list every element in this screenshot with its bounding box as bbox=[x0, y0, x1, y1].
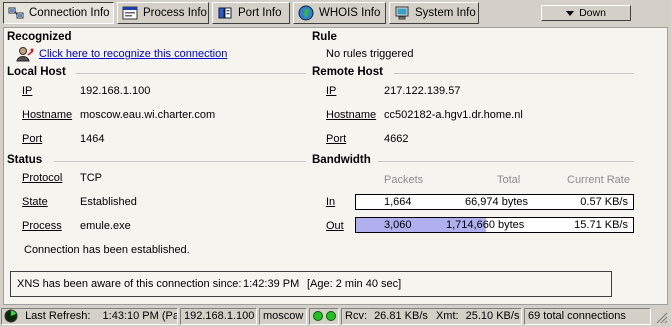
recognized-title: Recognized bbox=[7, 31, 72, 43]
divider bbox=[54, 161, 306, 162]
tab-process-info[interactable]: Process Info bbox=[117, 2, 209, 24]
radar-icon bbox=[4, 309, 18, 323]
rcv-value: 26.81 KB/s bbox=[374, 310, 428, 322]
throughput-pane: Rcv: 26.81 KB/s Xmt: 25.10 KB/s bbox=[341, 308, 522, 325]
host-pane: moscow bbox=[259, 308, 307, 325]
local-ip-value: 192.168.1.100 bbox=[80, 85, 151, 97]
rate-column-header: Current Rate bbox=[567, 174, 630, 186]
computer-icon bbox=[394, 5, 410, 21]
local-ip-label: IP bbox=[22, 85, 33, 97]
remote-hostname-label: Hostname bbox=[326, 109, 377, 121]
connection-icon bbox=[8, 5, 24, 21]
in-total: 66,974 bytes bbox=[465, 196, 528, 208]
bandwidth-title: Bandwidth bbox=[312, 154, 371, 166]
bandwidth-in-label: In bbox=[326, 196, 336, 208]
process-value: emule.exe bbox=[80, 220, 131, 232]
divider bbox=[378, 161, 634, 162]
tab-whois-info[interactable]: WHOIS Info bbox=[293, 2, 386, 24]
tab-label: Port Info bbox=[238, 7, 282, 19]
out-packets: 3,060 bbox=[384, 219, 412, 231]
remote-ip-value[interactable]: 217.122.139.57 bbox=[384, 85, 460, 97]
protocol-label: Protocol bbox=[22, 172, 63, 184]
triangle-down-icon bbox=[566, 10, 575, 16]
tab-label: Process Info bbox=[143, 7, 207, 19]
remote-host-title: Remote Host bbox=[312, 66, 383, 78]
out-rate: 15.71 KB/s bbox=[574, 219, 628, 231]
resize-grip-icon[interactable] bbox=[655, 311, 668, 324]
status-bar: Last Refresh: 1:43:10 PM (Pau: 192.168.1… bbox=[0, 306, 671, 326]
awareness-age: [Age: 2 min 40 sec] bbox=[307, 278, 402, 290]
down-button[interactable]: Down bbox=[541, 5, 631, 21]
awareness-label: XNS has been aware of this connection si… bbox=[17, 278, 242, 290]
status-title: Status bbox=[7, 154, 43, 166]
state-value: Established bbox=[80, 196, 137, 208]
packets-column-header: Packets bbox=[384, 174, 424, 186]
status-message: Connection has been established. bbox=[24, 244, 190, 256]
awareness-note: XNS has been aware of this connection si… bbox=[10, 271, 612, 297]
remote-port-value: 4662 bbox=[384, 133, 409, 145]
total-column-header: Total bbox=[497, 174, 521, 186]
remote-port-label: Port bbox=[326, 133, 347, 145]
tab-bar: Connection Info Process Info Port Info W… bbox=[0, 0, 671, 26]
recognize-connection-link[interactable]: Click here to recognize this connection bbox=[39, 48, 227, 60]
local-hostname-label: Hostname bbox=[22, 109, 73, 121]
divider bbox=[76, 73, 306, 74]
state-label: State bbox=[22, 196, 48, 208]
bandwidth-out-label: Out bbox=[326, 220, 344, 232]
last-refresh-pane: Last Refresh: 1:43:10 PM (Pau: bbox=[1, 308, 178, 325]
rule-title: Rule bbox=[312, 31, 337, 43]
remote-hostname-value: cc502182-a.hgv1.dr.home.nl bbox=[384, 109, 523, 121]
bandwidth-in-bar: 1,664 66,974 bytes 0.57 KB/s bbox=[355, 194, 634, 210]
in-rate: 0.57 KB/s bbox=[580, 196, 628, 208]
tab-connection-info[interactable]: Connection Info bbox=[3, 2, 114, 24]
protocol-value: TCP bbox=[80, 172, 102, 184]
activity-leds bbox=[309, 308, 339, 325]
remote-ip-label: IP bbox=[326, 85, 337, 97]
tab-label: Connection Info bbox=[29, 7, 110, 19]
last-refresh-label: Last Refresh: bbox=[25, 310, 91, 322]
rcv-label: Rcv: bbox=[345, 310, 367, 322]
rule-text: No rules triggered bbox=[326, 48, 414, 60]
connections-pane: 69 total connections bbox=[524, 308, 651, 325]
tab-label: System Info bbox=[415, 7, 476, 19]
process-icon bbox=[122, 5, 138, 21]
local-port-label: Port bbox=[22, 133, 43, 145]
bandwidth-out-bar: 3,060 1,714,660 bytes 15.71 KB/s bbox=[355, 217, 634, 233]
connection-info-panel: Recognized Click here to recognize this … bbox=[3, 27, 668, 305]
process-label: Process bbox=[22, 220, 62, 232]
in-packets: 1,664 bbox=[384, 196, 412, 208]
activity-led-icon bbox=[326, 311, 337, 322]
xmt-label: Xmt: bbox=[435, 310, 459, 322]
tab-port-info[interactable]: Port Info bbox=[212, 2, 290, 24]
local-hostname-value: moscow.eau.wi.charter.com bbox=[80, 109, 216, 121]
last-refresh-value: 1:43:10 PM (Pau: bbox=[102, 310, 177, 322]
awareness-time: 1:42:39 PM bbox=[243, 278, 300, 290]
activity-led-icon bbox=[313, 311, 323, 322]
port-icon bbox=[217, 5, 233, 21]
divider bbox=[394, 73, 634, 74]
ip-pane: 192.168.1.100 bbox=[180, 308, 257, 325]
down-button-label: Down bbox=[579, 7, 606, 19]
globe-icon bbox=[298, 5, 314, 21]
local-port-value: 1464 bbox=[80, 133, 105, 145]
local-host-title: Local Host bbox=[7, 66, 66, 78]
tab-system-info[interactable]: System Info bbox=[389, 2, 479, 24]
out-total: 1,714,660 bytes bbox=[446, 219, 525, 231]
xmt-value: 25.10 KB/s bbox=[465, 310, 520, 322]
tab-label: WHOIS Info bbox=[319, 7, 381, 19]
person-icon bbox=[16, 46, 34, 62]
